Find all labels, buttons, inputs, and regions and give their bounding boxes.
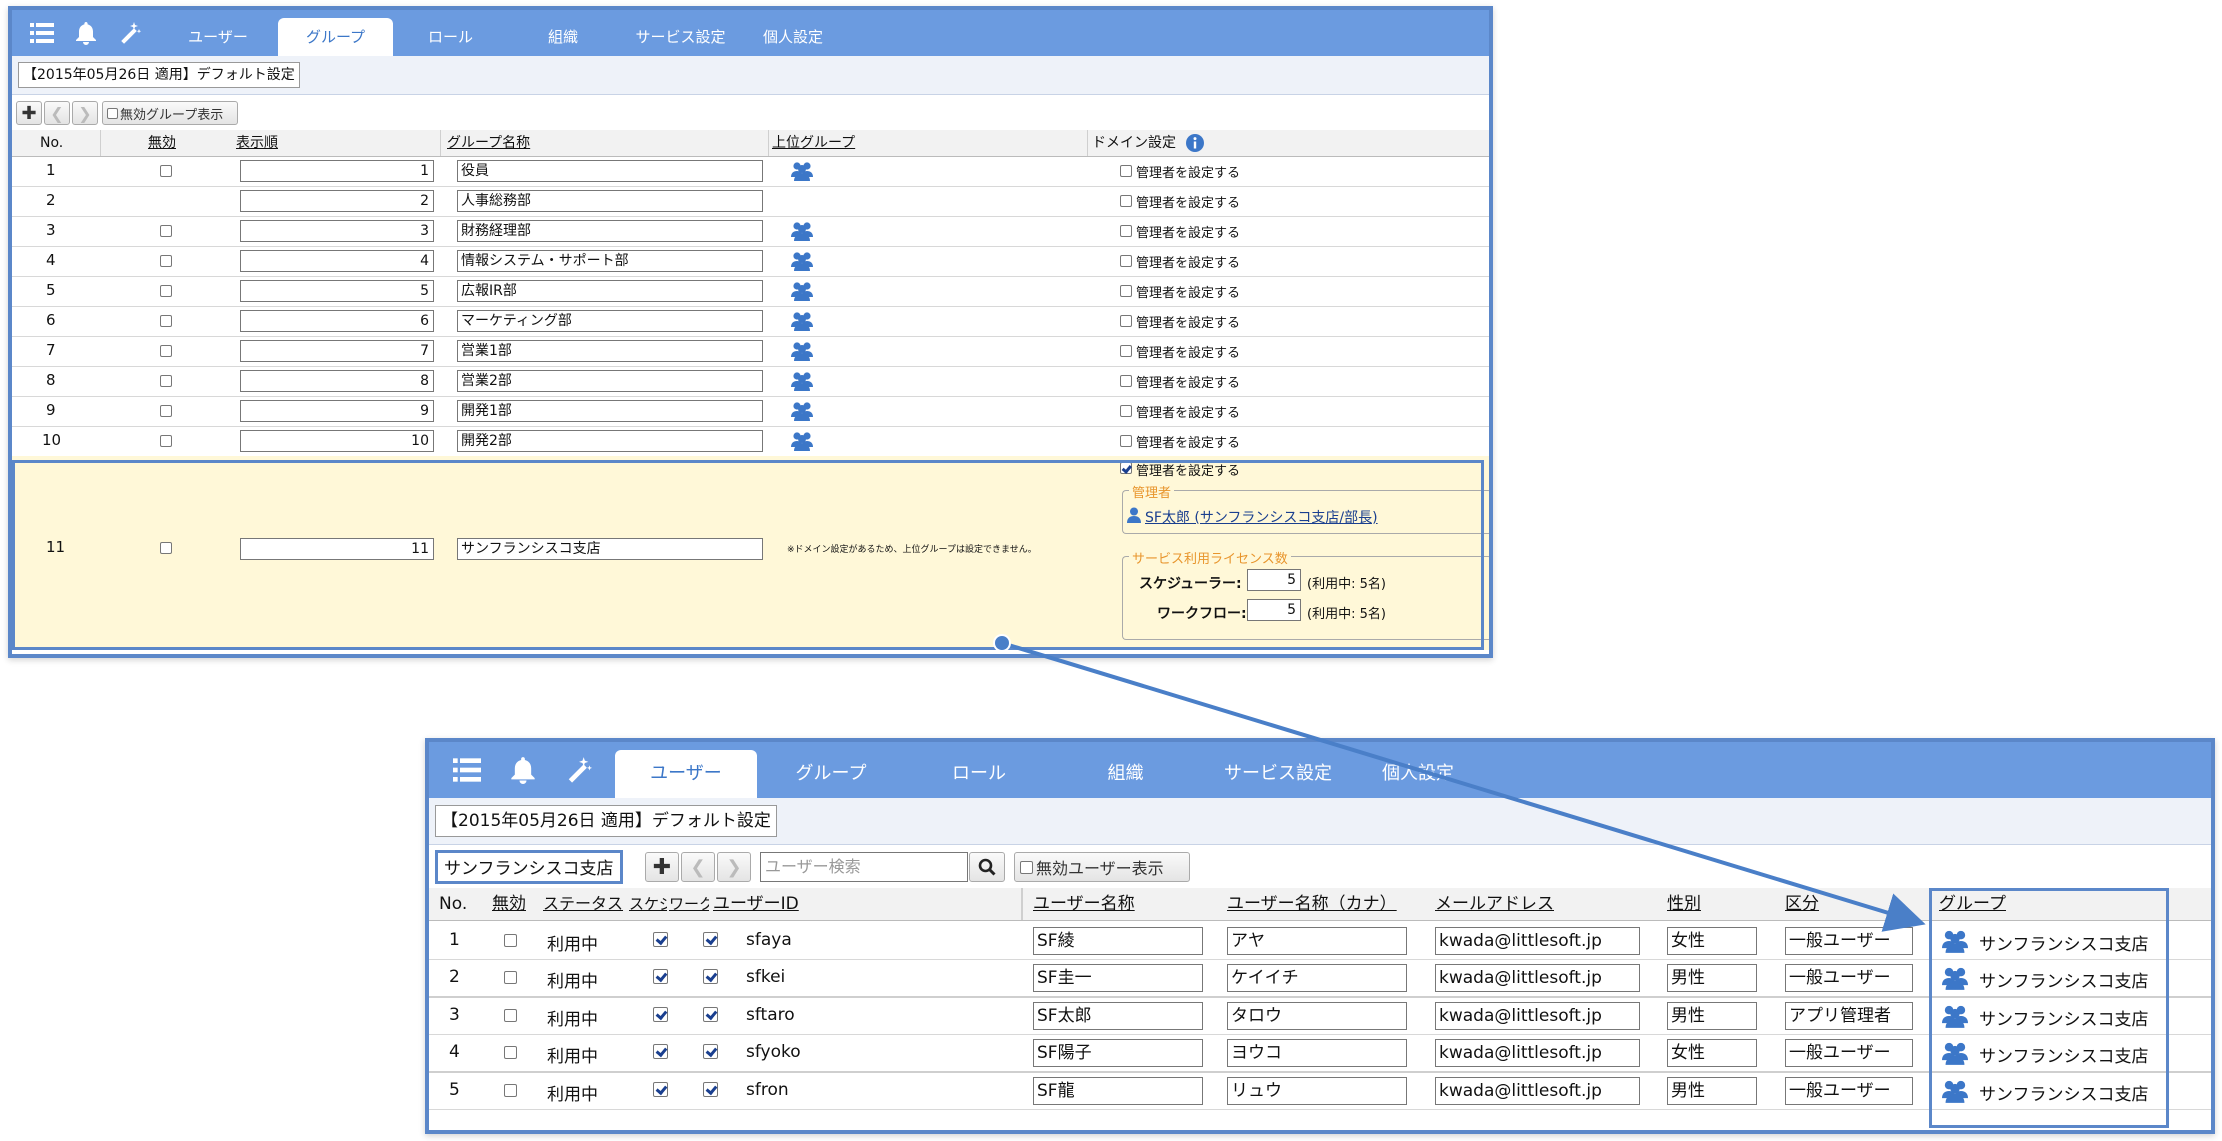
connector-arrow xyxy=(993,634,1926,932)
